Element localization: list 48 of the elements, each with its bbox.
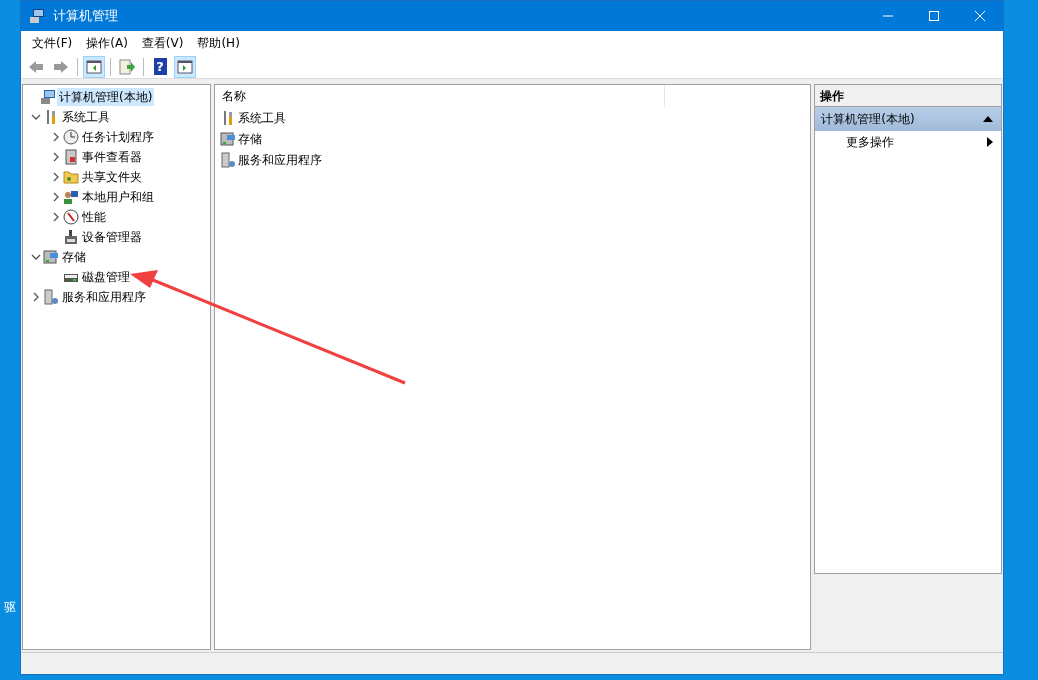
action-link[interactable]: 更多操作 xyxy=(846,133,895,151)
list-item[interactable]: 服务和应用程序 xyxy=(237,150,322,169)
tree-item[interactable]: 任务计划程序 xyxy=(80,128,156,146)
maximize-icon xyxy=(929,11,939,21)
gauge-icon xyxy=(63,209,79,225)
tree-item[interactable]: 系统工具 xyxy=(60,108,112,126)
menu-item[interactable]: 文件(F) xyxy=(25,34,80,52)
menu-item[interactable]: 帮助(H) xyxy=(190,34,247,52)
menu-item[interactable]: 查看(V) xyxy=(134,34,191,52)
window-title: 计算机管理 xyxy=(53,7,118,26)
tree-item[interactable]: 存储 xyxy=(60,248,88,266)
computer-icon xyxy=(40,89,56,105)
tree-item[interactable]: 服务和应用程序 xyxy=(60,288,148,306)
list-item[interactable]: 系统工具 xyxy=(237,108,286,127)
tree-item[interactable]: 设备管理器 xyxy=(80,228,144,246)
section-title: 计算机管理(本地) xyxy=(821,111,915,128)
server-gear-icon xyxy=(219,151,236,168)
clock-icon xyxy=(63,129,79,145)
tree-item[interactable]: 共享文件夹 xyxy=(80,168,144,186)
toolbar-button[interactable] xyxy=(83,55,105,78)
device-icon xyxy=(63,229,79,245)
tree-item[interactable]: 事件查看器 xyxy=(80,148,144,166)
export-list-icon xyxy=(118,57,136,76)
storage-icon xyxy=(219,130,236,147)
tree-item[interactable]: 磁盘管理 xyxy=(80,268,132,286)
submenu-caret-icon xyxy=(987,137,993,147)
actions-section-header[interactable]: 计算机管理(本地) xyxy=(815,107,1001,131)
log-book-icon xyxy=(63,149,79,165)
server-gear-icon xyxy=(43,289,59,305)
console-tree-icon xyxy=(85,57,103,76)
chevron-icon[interactable] xyxy=(31,252,41,262)
desktop-icon-label: 驱 xyxy=(4,599,16,616)
menu-item[interactable]: 操作(A) xyxy=(79,34,135,52)
folder-icon xyxy=(63,169,79,185)
tree-item[interactable]: 性能 xyxy=(80,208,108,226)
storage-icon xyxy=(43,249,59,265)
chevron-icon[interactable] xyxy=(31,292,41,302)
close-icon xyxy=(975,11,985,21)
tree-item[interactable]: 计算机管理(本地) xyxy=(57,88,155,106)
tree-item[interactable]: 本地用户和组 xyxy=(80,188,156,206)
computer-icon xyxy=(29,8,45,24)
actions-header: 操作 xyxy=(815,85,1001,107)
list-item[interactable]: 存储 xyxy=(237,129,262,148)
users-icon xyxy=(63,189,79,205)
toolbar-button[interactable] xyxy=(174,55,196,78)
collapse-caret-icon xyxy=(983,116,993,122)
action-pane-icon xyxy=(176,57,194,76)
column-header[interactable]: 名称 xyxy=(214,85,665,107)
